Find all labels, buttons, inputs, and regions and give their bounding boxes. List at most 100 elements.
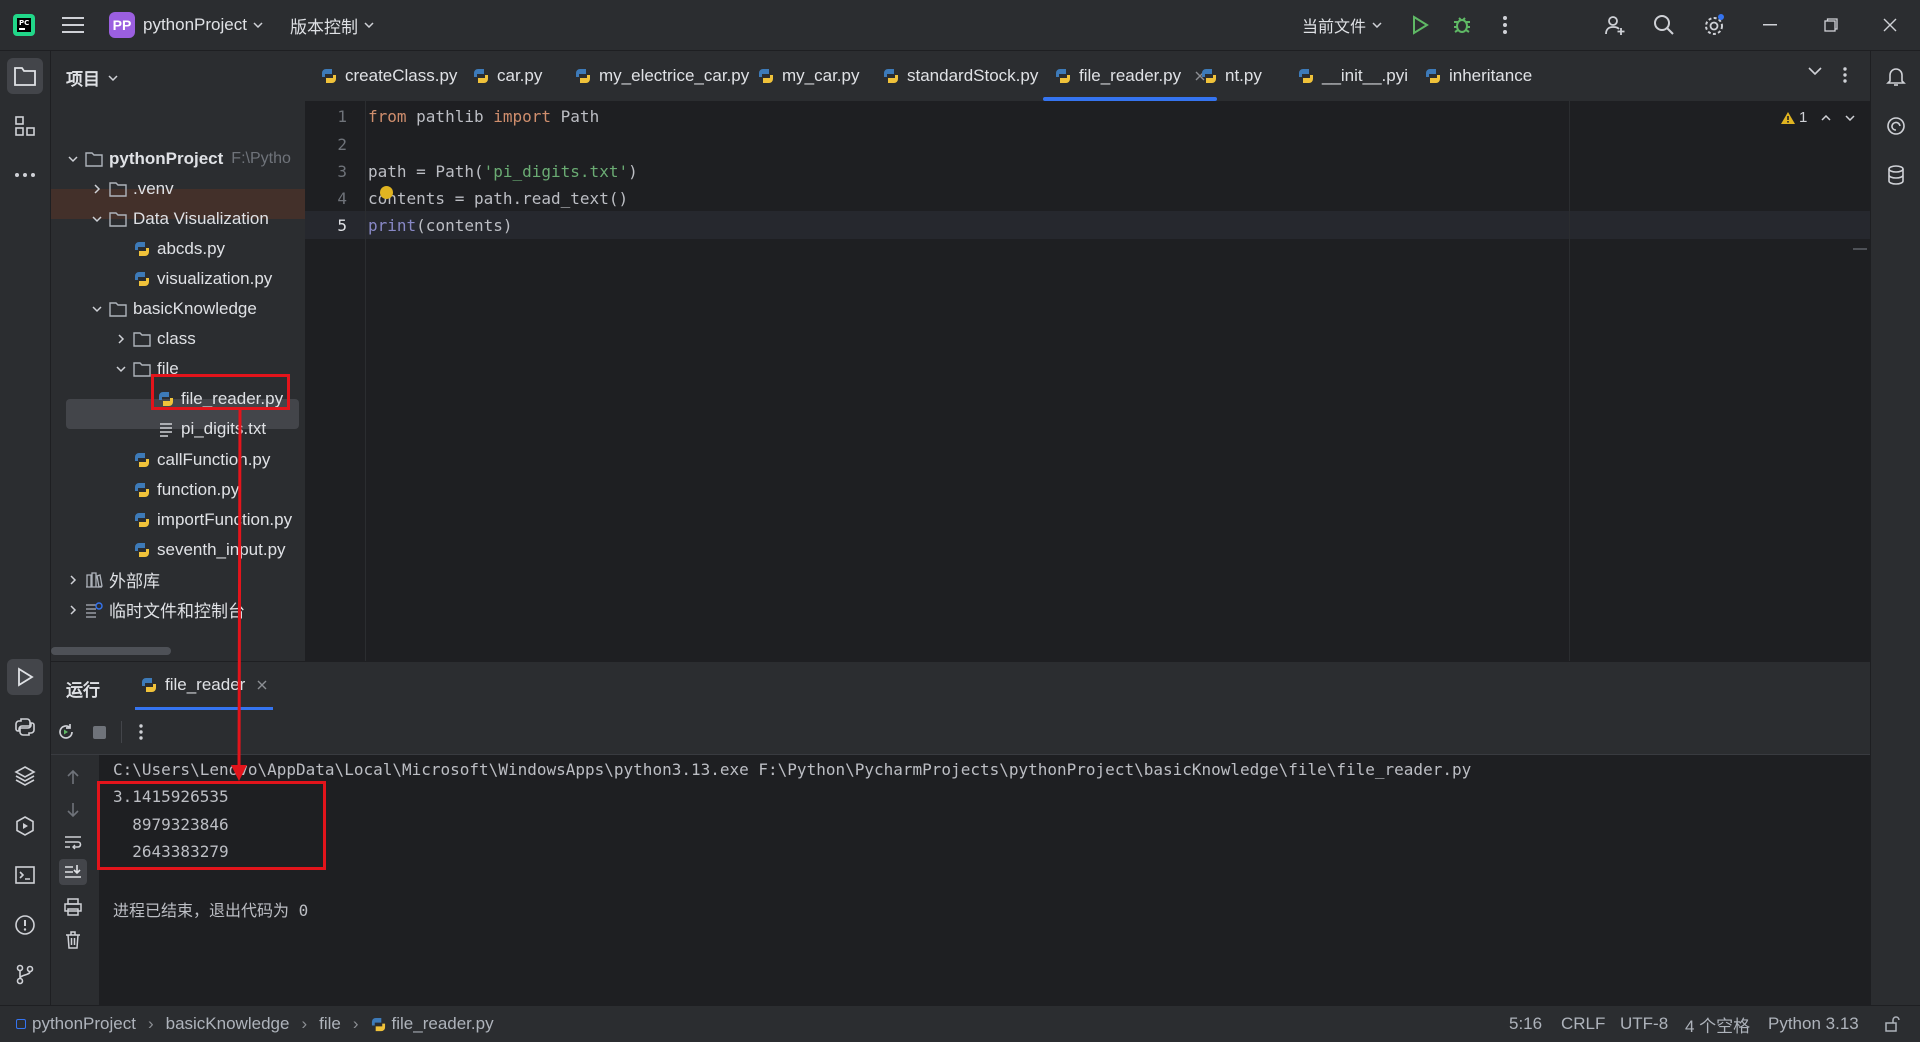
python-packages-button[interactable] bbox=[7, 758, 43, 794]
code-editor[interactable]: 1 2 3 4 5 from pathlib import Path path … bbox=[305, 101, 1870, 661]
editor-tab[interactable]: inheritance bbox=[1425, 51, 1532, 101]
main-menu-icon[interactable] bbox=[62, 0, 84, 50]
tree-item[interactable]: .venv bbox=[51, 174, 343, 204]
editor-tab[interactable]: my_car.py bbox=[758, 51, 859, 101]
python-file-icon bbox=[135, 272, 149, 287]
tree-item[interactable]: 临时文件和控制台 bbox=[51, 595, 319, 625]
python-console-icon bbox=[15, 718, 35, 736]
chevron-right-icon[interactable] bbox=[67, 604, 79, 616]
stop-icon[interactable] bbox=[93, 726, 106, 739]
scroll-up-button[interactable] bbox=[66, 769, 80, 785]
chevron-down-icon bbox=[108, 74, 118, 81]
run-button[interactable] bbox=[1410, 0, 1430, 50]
horizontal-scrollbar[interactable] bbox=[51, 647, 171, 655]
search-button[interactable] bbox=[1653, 0, 1675, 50]
run-toolbar bbox=[51, 710, 1870, 755]
run-tool-button[interactable] bbox=[7, 659, 43, 695]
project-panel-header[interactable]: 项目 bbox=[66, 65, 118, 90]
services-button[interactable] bbox=[7, 808, 43, 844]
python-file-icon bbox=[1425, 68, 1441, 84]
tree-expander[interactable] bbox=[89, 303, 105, 315]
editor-tab[interactable]: createClass.py bbox=[321, 51, 457, 101]
tree-item[interactable]: 外部库 bbox=[51, 565, 319, 595]
editor-tab[interactable]: standardStock.py bbox=[883, 51, 1038, 101]
tree-item-label: 外部库 bbox=[109, 572, 160, 592]
project-name: pythonProject bbox=[143, 15, 247, 34]
caret-position[interactable]: 5:16 bbox=[1509, 1006, 1542, 1042]
chevron-right-icon[interactable] bbox=[115, 333, 127, 345]
tree-expander[interactable] bbox=[65, 574, 81, 586]
chevron-down-icon[interactable] bbox=[91, 303, 103, 315]
settings-button[interactable] bbox=[1702, 0, 1726, 50]
run-config-selector[interactable]: 当前文件 bbox=[1302, 0, 1382, 50]
tree-item[interactable]: basicKnowledge bbox=[51, 294, 343, 324]
intention-bulb-icon[interactable] bbox=[380, 186, 393, 199]
pycharm-logo-icon[interactable]: PC bbox=[12, 0, 36, 50]
run-config-label: 当前文件 bbox=[1302, 19, 1367, 36]
editor-tab[interactable]: __init__.pyi bbox=[1298, 51, 1408, 101]
tree-expander[interactable] bbox=[113, 363, 129, 375]
line-separator[interactable]: CRLF bbox=[1561, 1006, 1605, 1042]
project-tool-button[interactable] bbox=[7, 58, 43, 94]
scroll-to-end-button[interactable] bbox=[59, 859, 87, 885]
readonly-toggle[interactable] bbox=[1884, 1006, 1900, 1042]
editor-tab[interactable]: car.py bbox=[473, 51, 542, 101]
tab-more-button[interactable] bbox=[1842, 66, 1848, 84]
tree-expander[interactable] bbox=[65, 153, 81, 165]
close-tab-icon[interactable] bbox=[257, 680, 267, 690]
folder-icon bbox=[133, 332, 151, 347]
chevron-right-icon[interactable] bbox=[67, 574, 79, 586]
tree-expander[interactable] bbox=[113, 333, 129, 345]
git-button[interactable] bbox=[7, 956, 43, 992]
structure-tool-button[interactable] bbox=[7, 108, 43, 144]
ai-assistant-button[interactable] bbox=[1878, 108, 1914, 144]
indent-setting[interactable]: 4 个空格 bbox=[1685, 1006, 1750, 1042]
tree-expander[interactable] bbox=[65, 604, 81, 616]
python-console-button[interactable] bbox=[7, 709, 43, 745]
run-more-button[interactable] bbox=[138, 723, 144, 741]
chevron-down-icon[interactable] bbox=[67, 153, 79, 165]
tab-list-button[interactable] bbox=[1808, 67, 1822, 75]
add-user-button[interactable] bbox=[1604, 0, 1626, 50]
scroll-down-button[interactable] bbox=[66, 802, 80, 818]
editor-tab-label: nt.py bbox=[1225, 66, 1262, 85]
chevron-right-icon[interactable] bbox=[91, 183, 103, 195]
editor-tab[interactable]: nt.py bbox=[1201, 51, 1262, 101]
search-icon bbox=[1654, 15, 1674, 35]
problems-button[interactable] bbox=[7, 907, 43, 943]
vcs-menu[interactable]: 版本控制 bbox=[290, 0, 374, 50]
tree-item[interactable]: Data Visualization bbox=[51, 204, 343, 234]
python-interpreter[interactable]: Python 3.13 bbox=[1768, 1006, 1859, 1042]
tree-item-icon bbox=[157, 421, 175, 438]
print-button[interactable] bbox=[64, 898, 82, 916]
chevron-down-icon[interactable] bbox=[91, 213, 103, 225]
project-selector[interactable]: PP pythonProject bbox=[109, 0, 263, 50]
soft-wrap-button[interactable] bbox=[64, 834, 82, 850]
rerun-button[interactable] bbox=[57, 723, 75, 741]
breadcrumb-item[interactable]: file_reader.py bbox=[392, 1014, 494, 1034]
tree-item[interactable]: pythonProject F:\Pytho bbox=[51, 144, 319, 174]
terminal-button[interactable] bbox=[7, 857, 43, 893]
debug-button[interactable] bbox=[1451, 0, 1473, 50]
close-window-button[interactable] bbox=[1883, 0, 1897, 50]
inspection-widget[interactable]: 1 bbox=[1780, 109, 1855, 126]
breadcrumb-item[interactable]: file bbox=[319, 1014, 341, 1034]
tree-expander[interactable] bbox=[89, 213, 105, 225]
tree-item-label: class bbox=[157, 329, 196, 349]
breadcrumb-item[interactable]: basicKnowledge bbox=[166, 1014, 290, 1034]
editor-tab[interactable]: my_electrice_car.py bbox=[575, 51, 749, 101]
database-button[interactable] bbox=[1878, 157, 1914, 193]
tree-expander[interactable] bbox=[89, 183, 105, 195]
minimize-button[interactable] bbox=[1763, 0, 1777, 50]
chevron-down-icon[interactable] bbox=[115, 363, 127, 375]
notifications-button[interactable] bbox=[1878, 58, 1914, 94]
clear-console-button[interactable] bbox=[65, 931, 81, 949]
breadcrumb-item[interactable]: pythonProject bbox=[32, 1014, 136, 1034]
editor-tab[interactable]: file_reader.py bbox=[1042, 51, 1218, 101]
more-actions-button[interactable] bbox=[1502, 0, 1508, 50]
file-encoding[interactable]: UTF-8 bbox=[1620, 1006, 1668, 1042]
tree-item-icon bbox=[109, 211, 127, 227]
tree-item-icon bbox=[133, 512, 151, 528]
restore-button[interactable] bbox=[1824, 0, 1838, 50]
more-tools-button[interactable] bbox=[7, 157, 43, 193]
